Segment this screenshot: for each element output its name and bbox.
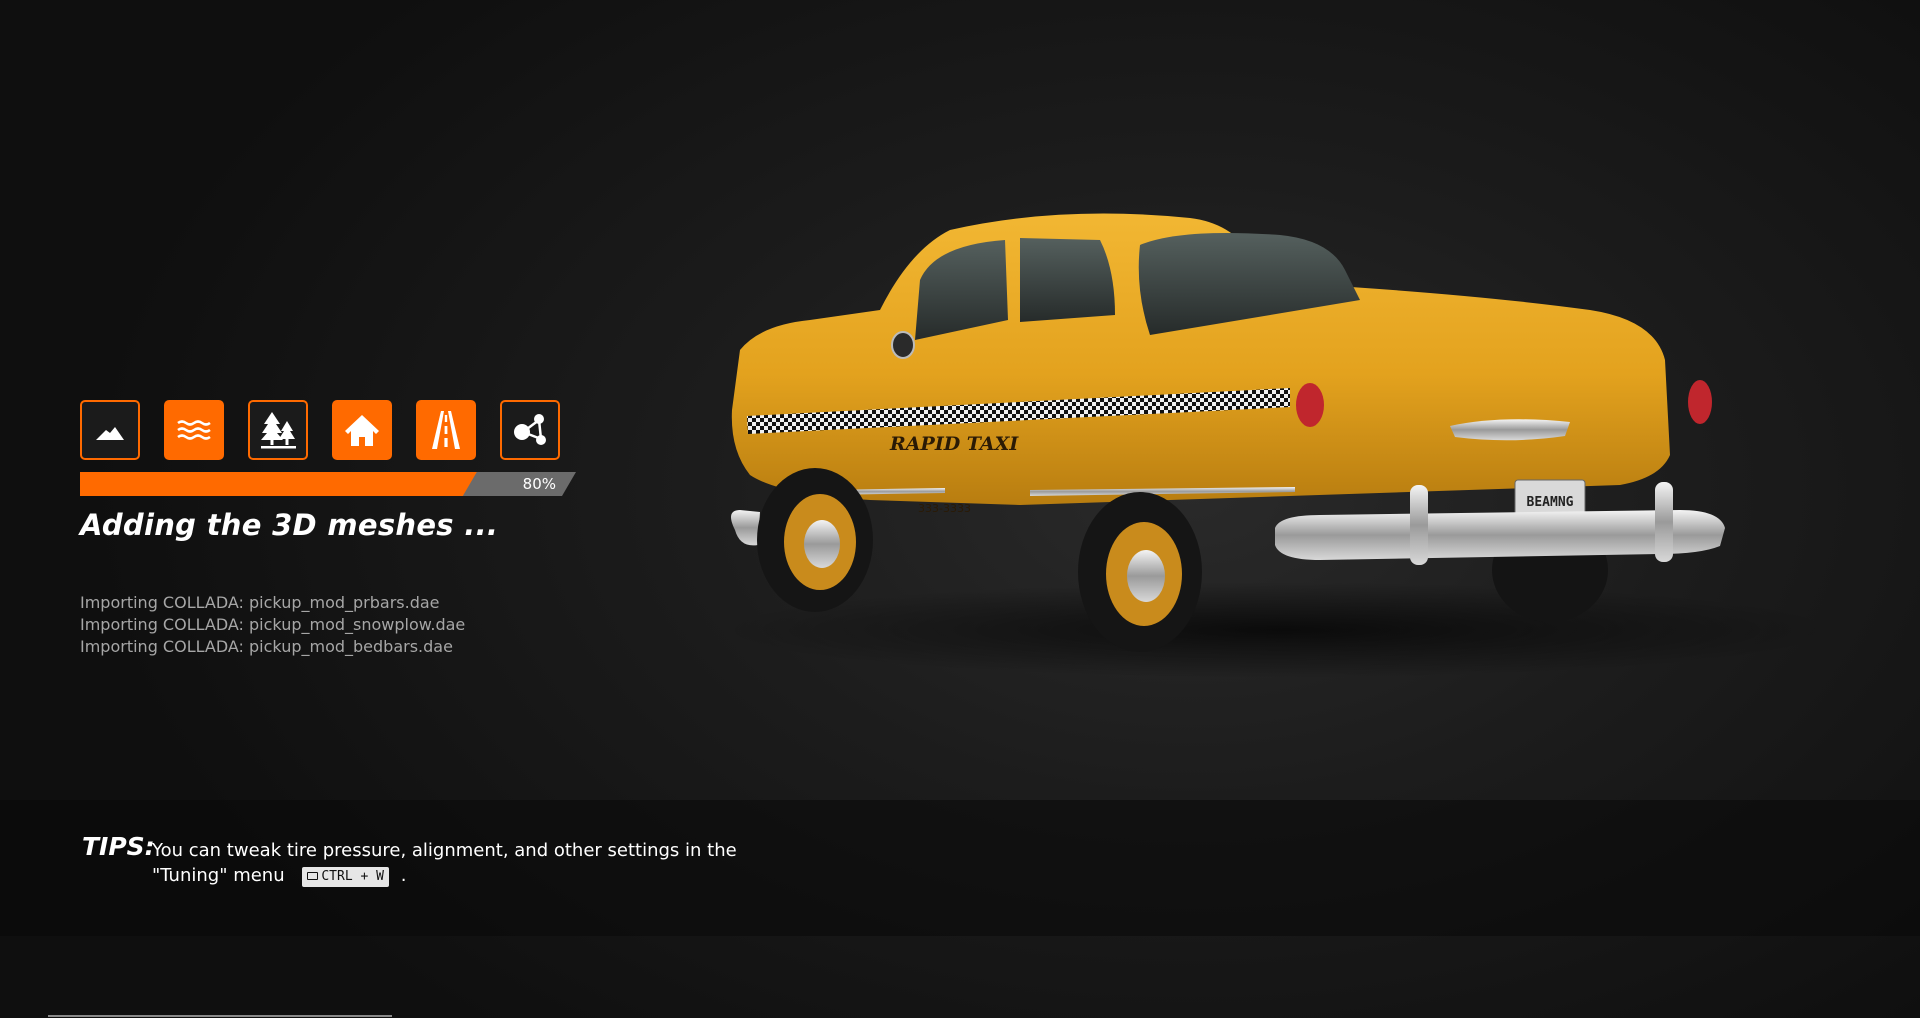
stage-roads bbox=[416, 400, 476, 460]
right-tail-light bbox=[1688, 380, 1712, 424]
tips-message: You can tweak tire pressure, alignment, … bbox=[152, 840, 737, 886]
keyboard-shortcut-badge: CTRL + W bbox=[302, 867, 389, 887]
log-line: Importing COLLADA: pickup_mod_prbars.dae bbox=[80, 593, 440, 612]
forest-trees-icon bbox=[261, 412, 296, 449]
side-mirror bbox=[891, 331, 915, 359]
mountain-icon bbox=[96, 427, 124, 440]
stage-forest bbox=[248, 400, 308, 460]
road-icon bbox=[432, 411, 460, 449]
progress-fill bbox=[80, 472, 477, 496]
progress-percent: 80% bbox=[522, 475, 556, 493]
stage-buildings bbox=[332, 400, 392, 460]
taxi-car-render: RAPID TAXI 333-3333 BEAMNG bbox=[720, 213, 1840, 678]
house-icon bbox=[345, 415, 379, 446]
log-line: Importing COLLADA: pickup_mod_snowplow.d… bbox=[80, 615, 466, 634]
loading-status-title: Adding the 3D meshes ... bbox=[80, 508, 499, 542]
car-shadow bbox=[720, 582, 1840, 678]
water-waves-icon bbox=[177, 420, 211, 440]
left-tail-light bbox=[1296, 383, 1324, 427]
front-left-wheel bbox=[757, 468, 873, 612]
rear-side-window bbox=[1020, 238, 1115, 322]
stage-terrain bbox=[80, 400, 140, 460]
svg-text:BEAMNG: BEAMNG bbox=[1527, 495, 1574, 510]
loading-progress-bar: 80% bbox=[80, 472, 576, 496]
taxi-side-text: RAPID TAXI bbox=[889, 433, 1019, 455]
shortcut-keys: CTRL + W bbox=[321, 869, 384, 884]
network-nodes-icon bbox=[514, 414, 546, 445]
tips-period: . bbox=[400, 865, 407, 886]
rear-left-wheel bbox=[1078, 492, 1202, 652]
log-line: Importing COLLADA: pickup_mod_bedbars.da… bbox=[80, 637, 453, 656]
bottom-divider bbox=[48, 1015, 392, 1017]
loading-stage-icons bbox=[80, 400, 560, 460]
loading-screen: 80% Adding the 3D meshes ... Importing C… bbox=[0, 0, 1920, 1018]
keyboard-icon bbox=[307, 872, 319, 880]
front-bumper bbox=[731, 510, 760, 546]
tips-text: You can tweak tire pressure, alignment, … bbox=[152, 838, 792, 888]
stage-water bbox=[164, 400, 224, 460]
tips-label: TIPS: bbox=[82, 832, 155, 861]
stage-objects bbox=[500, 400, 560, 460]
loading-log: Importing COLLADA: pickup_mod_prbars.dae… bbox=[80, 592, 465, 658]
taxi-phone-text: 333-3333 bbox=[918, 502, 971, 515]
